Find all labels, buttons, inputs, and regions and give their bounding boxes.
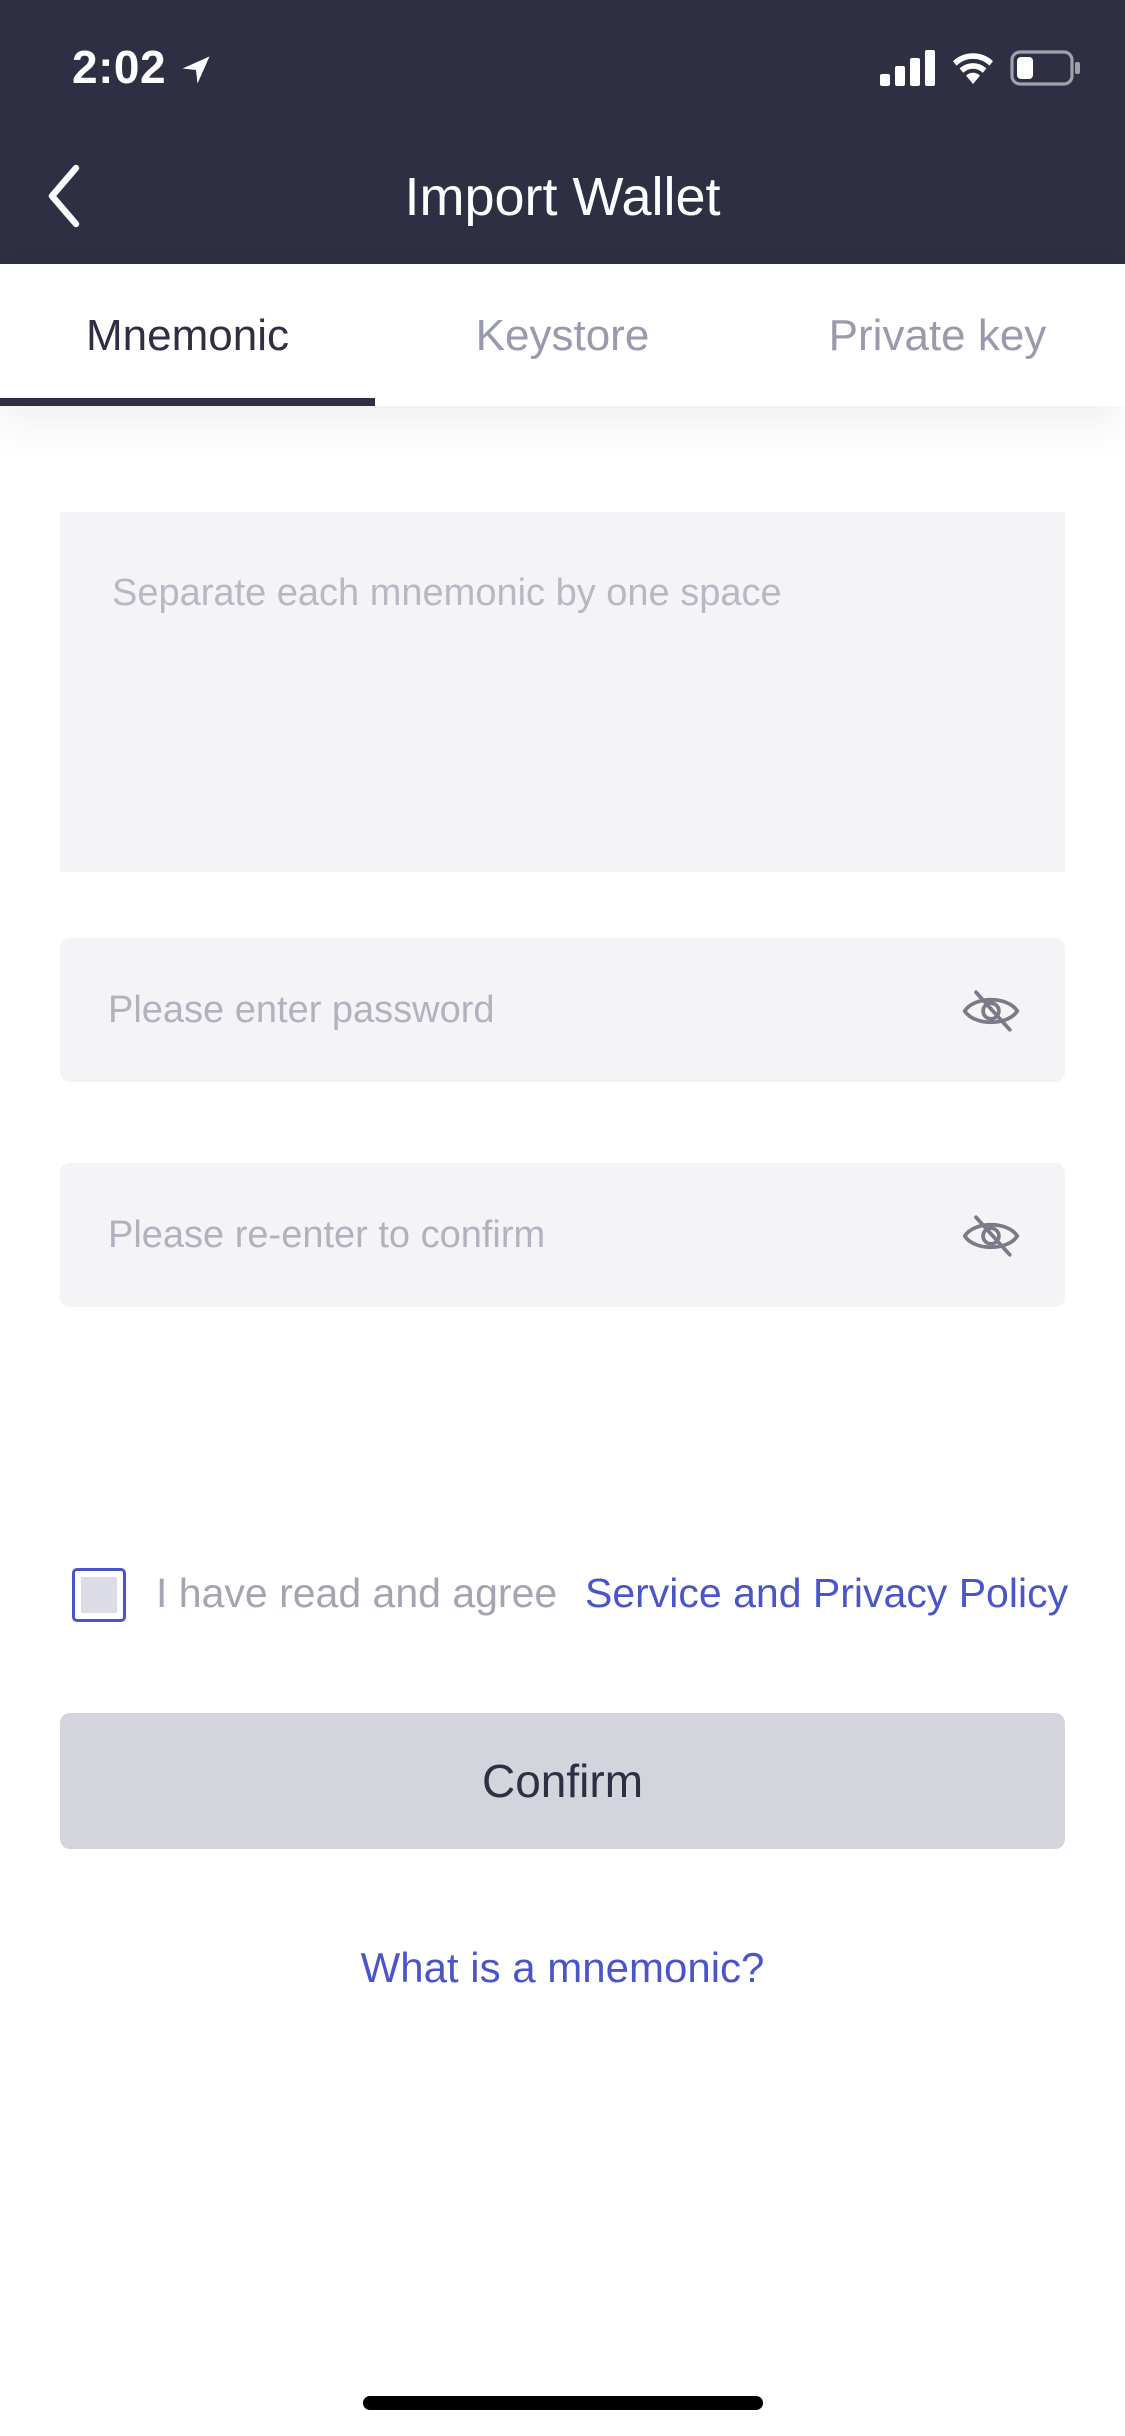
password-field: [60, 938, 1065, 1082]
confirm-password-input[interactable]: [108, 1163, 928, 1307]
confirm-button[interactable]: Confirm: [60, 1713, 1065, 1849]
import-wallet-screen: 2:02 Import Wallet Mnemonic Keystore Pri…: [0, 0, 1125, 2436]
tab-mnemonic[interactable]: Mnemonic: [0, 264, 375, 406]
active-tab-indicator: [0, 398, 375, 406]
agreement-checkbox[interactable]: [72, 1568, 126, 1622]
mnemonic-field: [60, 512, 1065, 872]
what-is-mnemonic-link[interactable]: What is a mnemonic?: [0, 1944, 1125, 1992]
password-input[interactable]: [108, 938, 928, 1082]
tab-private-key[interactable]: Private key: [750, 264, 1125, 406]
page-title: Import Wallet: [404, 167, 721, 227]
confirm-password-field: [60, 1163, 1065, 1307]
header: 2:02 Import Wallet: [0, 0, 1125, 264]
agreement-text: I have read and agree: [156, 1570, 558, 1616]
cellular-signal-icon: [880, 50, 935, 86]
eye-slash-icon[interactable]: [961, 988, 1021, 1034]
battery-icon: [1010, 50, 1080, 86]
tab-keystore[interactable]: Keystore: [375, 264, 750, 406]
location-arrow-icon: [182, 56, 210, 84]
status-time: 2:02: [72, 41, 167, 93]
mnemonic-input[interactable]: [60, 512, 1065, 872]
checkbox-fill: [81, 1577, 117, 1613]
home-indicator: [363, 2396, 763, 2410]
wifi-icon: [953, 53, 993, 84]
privacy-policy-link[interactable]: Service and Privacy Policy: [585, 1570, 1068, 1617]
import-method-tabs: Mnemonic Keystore Private key: [0, 264, 1125, 406]
eye-slash-icon[interactable]: [961, 1213, 1021, 1259]
